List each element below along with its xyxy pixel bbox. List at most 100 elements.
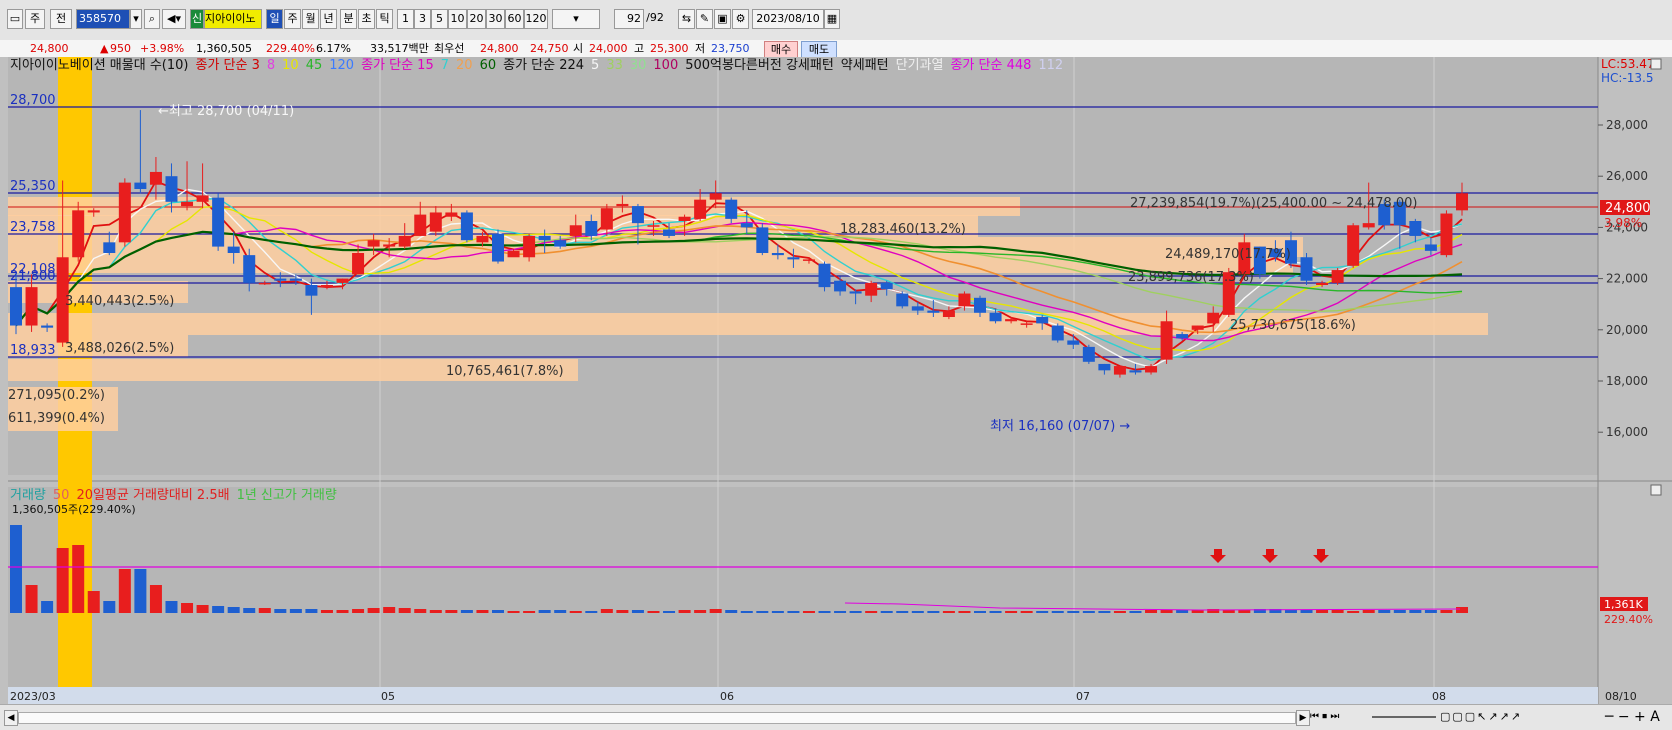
candle-body: [1082, 346, 1095, 362]
volume-bar: [367, 608, 380, 613]
period-type-select[interactable]: 주: [25, 9, 45, 29]
scroll-track[interactable]: [18, 712, 1296, 724]
scroll-left-icon[interactable]: ◀: [4, 710, 18, 726]
interval-60[interactable]: 60: [505, 9, 524, 29]
zoom-slider[interactable]: [1372, 716, 1436, 718]
volume-bar: [507, 611, 520, 613]
interval-1[interactable]: 1: [397, 9, 414, 29]
volume-bar: [289, 609, 302, 613]
gear-icon[interactable]: ⚙: [732, 9, 749, 29]
volume-bar: [1300, 610, 1313, 613]
volume-bar: [398, 608, 411, 613]
period-second[interactable]: 초: [358, 9, 375, 29]
period-tick[interactable]: 틱: [376, 9, 393, 29]
candle-body: [725, 199, 738, 219]
volume-bar: [243, 608, 256, 613]
chart-area[interactable]: 28,700 25,350 23,758 22,108 21,800 18,933 27,…: [0, 57, 1672, 704]
volume-bar: [1409, 610, 1422, 613]
interval-30[interactable]: 30: [486, 9, 505, 29]
candle-body: [1191, 325, 1204, 330]
buy-button[interactable]: 매수: [764, 41, 798, 58]
volume-bar: [880, 611, 893, 613]
interval-20[interactable]: 20: [467, 9, 486, 29]
candle-body: [818, 263, 831, 288]
interval-10[interactable]: 10: [448, 9, 467, 29]
candle-body: [243, 255, 256, 283]
stock-code-input[interactable]: 358570: [76, 9, 130, 29]
volume-bar: [958, 611, 971, 613]
period-minute[interactable]: 분: [340, 9, 357, 29]
candle-body: [1424, 244, 1437, 251]
volume-bar: [1378, 610, 1391, 613]
change-icon: ▲: [100, 42, 109, 55]
volume-bar: [476, 610, 489, 613]
volume-bar: [663, 611, 676, 613]
x-axis-label: 08/10: [1605, 690, 1637, 703]
volume-bar: [56, 548, 69, 613]
field-select[interactable]: 전: [50, 9, 72, 29]
reference-line-label: 25,350: [10, 179, 56, 194]
playback-controls[interactable]: ⏮ ⏹ ⏭: [1310, 710, 1370, 724]
interval-5[interactable]: 5: [431, 9, 448, 29]
calendar-icon[interactable]: ▦: [824, 9, 840, 29]
drag-icon[interactable]: ⇆: [678, 9, 695, 29]
price-pane-close-icon[interactable]: [1650, 58, 1662, 70]
hc-value: HC:-13.5: [1601, 71, 1654, 85]
legend-item: 종가 단순 224: [503, 58, 584, 73]
interval-120[interactable]: 120: [524, 9, 548, 29]
zoom-controls[interactable]: ─ − + A: [1605, 708, 1667, 726]
volume-bar: [227, 607, 240, 613]
x-axis-label: 06: [720, 690, 734, 703]
sell-button[interactable]: 매도: [801, 41, 837, 58]
search-icon[interactable]: ⌕: [144, 9, 160, 29]
candle-body: [1207, 312, 1220, 324]
candle-body: [429, 212, 442, 232]
candle-body: [196, 195, 209, 202]
volume-bar: [87, 591, 100, 613]
volume-bar: [414, 609, 427, 613]
candle-body: [1347, 225, 1360, 266]
sound-icon[interactable]: ◀▾: [162, 9, 186, 29]
legend-item: 5: [591, 58, 599, 73]
volume-bar: [989, 611, 1002, 613]
volume-bar: [274, 609, 287, 613]
period-month[interactable]: 월: [302, 9, 319, 29]
candle-body: [958, 293, 971, 307]
min-price-label: 최저 16,160 (07/07) →: [990, 419, 1130, 434]
tool-icon[interactable]: ✎: [696, 9, 713, 29]
legend-item: 지아이이노베이션 매물대 수(10): [10, 58, 188, 73]
legend-item: 약세패턴: [841, 58, 889, 73]
period-day[interactable]: 일: [266, 9, 283, 29]
candle-body: [41, 325, 54, 328]
scroll-right-icon[interactable]: ▶: [1296, 710, 1310, 726]
candle-body: [554, 240, 567, 247]
volume-bar: [196, 605, 209, 613]
interval-3[interactable]: 3: [414, 9, 431, 29]
window-icon[interactable]: ▭: [7, 9, 23, 29]
legend-item: 20: [456, 58, 473, 73]
count-input[interactable]: 92: [614, 9, 644, 29]
stock-name: 지아이이노: [204, 9, 262, 29]
legend-item: 100: [653, 58, 678, 73]
period-year[interactable]: 년: [320, 9, 337, 29]
candlestick-chart[interactable]: 28,70025,35023,75822,10821,80018,933 27,…: [0, 57, 1672, 704]
code-dropdown-icon[interactable]: ▾: [130, 9, 142, 29]
chart-tools[interactable]: ▢▢▢↖↗↗↗: [1440, 710, 1600, 724]
volume-bar: [1440, 610, 1453, 613]
volume-bar: [134, 569, 147, 613]
interval-custom-select[interactable]: ▾: [552, 9, 600, 29]
date-input[interactable]: 2023/08/10: [752, 9, 824, 29]
candle-body: [1176, 334, 1189, 339]
scrollbar-area[interactable]: ◀ ▶ ⏮ ⏹ ⏭ ▢▢▢↖↗↗↗ ─ − + A: [0, 704, 1672, 730]
candle-body: [569, 225, 582, 236]
candle-body: [10, 287, 22, 326]
high-price: 25,300: [650, 42, 689, 55]
volume-pane-close-icon[interactable]: [1650, 484, 1662, 496]
save-icon[interactable]: ▣: [714, 9, 731, 29]
candle-body: [1051, 325, 1064, 341]
candle-body: [585, 221, 598, 236]
candle-body: [181, 201, 194, 207]
period-week[interactable]: 주: [284, 9, 301, 29]
volume-bar: [678, 610, 691, 613]
candle-body: [320, 285, 333, 288]
